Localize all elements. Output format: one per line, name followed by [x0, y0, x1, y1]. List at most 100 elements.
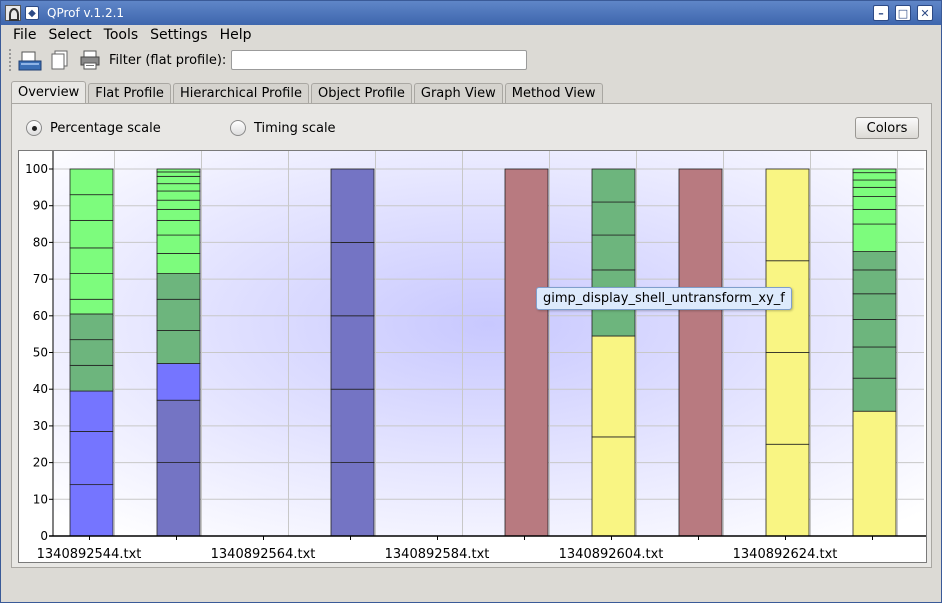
bar-segment — [852, 168, 897, 174]
chart-svg: 0 10 20 30 40 50 60 70 80 90 100 1340892544.txt 1340… — [25, 151, 926, 562]
filter-input[interactable] — [231, 50, 528, 70]
y-tick-label: 60 — [33, 309, 48, 323]
menu-select[interactable]: Select — [42, 27, 97, 43]
bar-segment — [852, 377, 897, 412]
title-bar[interactable]: ◆ QProf v.1.2.1 – □ ✕ — [1, 1, 941, 25]
y-tick-label: 70 — [33, 272, 48, 286]
x-tick-label: 1340892604.txt — [559, 547, 664, 562]
bar-segment — [591, 234, 636, 271]
bar-segment — [69, 364, 114, 392]
y-tick-label: 90 — [33, 199, 48, 213]
bar-segment — [765, 443, 810, 537]
app-window: ◆ QProf v.1.2.1 – □ ✕ File Select Tools … — [0, 0, 942, 603]
bar-segment — [156, 462, 201, 537]
bar-segment — [852, 172, 897, 181]
open-icon[interactable] — [17, 48, 43, 72]
radio-unchecked-icon — [230, 120, 246, 136]
radio-checked-icon — [26, 120, 42, 136]
bar-segment — [852, 179, 897, 188]
bar-segment — [678, 168, 723, 537]
tab-object-profile[interactable]: Object Profile — [310, 83, 412, 103]
bar-segment — [852, 319, 897, 348]
bar-segment — [330, 315, 375, 390]
scale-options: Percentage scale Timing scale Colors — [12, 112, 931, 142]
status-bar — [1, 574, 941, 602]
bar-segment — [852, 293, 897, 320]
bar-segment — [852, 186, 897, 197]
bar-segment — [156, 183, 201, 192]
bar-segment — [852, 269, 897, 295]
bar-segment — [69, 390, 114, 432]
bar-segment — [852, 251, 897, 271]
bar-segment — [852, 410, 897, 537]
bar-segment — [852, 346, 897, 379]
bar-segment — [156, 219, 201, 236]
bar-segment — [69, 194, 114, 221]
overview-chart[interactable]: 0 10 20 30 40 50 60 70 80 90 100 1340892544.txt 1340… — [18, 150, 927, 563]
bar-segment — [156, 171, 201, 177]
menu-bar: File Select Tools Settings Help — [1, 25, 941, 45]
bar-segment — [69, 484, 114, 537]
bar-segment — [591, 168, 636, 203]
bar-segment — [156, 234, 201, 254]
menu-file[interactable]: File — [7, 27, 42, 43]
maximize-icon[interactable]: □ — [895, 5, 911, 21]
bar-segment — [69, 431, 114, 486]
bar-segment — [330, 388, 375, 463]
tab-bar: Overview Flat Profile Hierarchical Profi… — [11, 81, 605, 103]
bar-segment — [69, 219, 114, 249]
colors-button[interactable]: Colors — [855, 117, 919, 139]
x-tick-label: 1340892564.txt — [211, 547, 316, 562]
bar-segment — [156, 330, 201, 364]
close-icon[interactable]: ✕ — [917, 5, 933, 21]
bar-segment — [69, 168, 114, 196]
y-tick-label: 10 — [33, 492, 48, 506]
bar-segment — [156, 253, 201, 274]
bar-segment — [156, 399, 201, 464]
bar-segment — [765, 168, 810, 262]
timing-scale-radio[interactable]: Timing scale — [230, 120, 336, 136]
menu-tools[interactable]: Tools — [98, 27, 145, 43]
bar-segment — [504, 168, 549, 537]
x-tick-label: 1340892624.txt — [733, 547, 838, 562]
bar-segment — [591, 335, 636, 438]
x-tick-label: 1340892544.txt — [37, 547, 142, 562]
percentage-scale-radio[interactable]: Percentage scale — [26, 120, 161, 136]
bar-segment — [69, 313, 114, 341]
window-menu-icon[interactable]: ◆ — [25, 6, 39, 20]
minimize-icon[interactable]: – — [873, 5, 889, 21]
bar-segment — [852, 196, 897, 210]
filter-label: Filter (flat profile): — [109, 52, 227, 68]
bar-segment — [852, 208, 897, 225]
percentage-scale-label: Percentage scale — [50, 120, 161, 136]
tab-flat-profile[interactable]: Flat Profile — [88, 83, 171, 103]
bar-segment — [156, 363, 201, 401]
menu-help[interactable]: Help — [214, 27, 258, 43]
bar-segment — [69, 298, 114, 315]
overview-panel: Percentage scale Timing scale Colors 0 1… — [11, 103, 932, 568]
print-icon[interactable] — [77, 48, 103, 72]
bar-segment — [69, 273, 114, 300]
bar-segment — [156, 175, 201, 185]
window-title: QProf v.1.2.1 — [47, 6, 125, 20]
y-tick-label: 80 — [33, 235, 48, 249]
function-tooltip: gimp_display_shell_untransform_xy_f — [536, 287, 792, 310]
bar-segment — [156, 273, 201, 300]
y-tick-label: 100 — [25, 162, 48, 176]
bar-segment — [591, 201, 636, 236]
toolbar-grip[interactable] — [9, 49, 13, 71]
menu-settings[interactable]: Settings — [144, 27, 213, 43]
tab-overview[interactable]: Overview — [11, 81, 87, 103]
tab-hierarchical-profile[interactable]: Hierarchical Profile — [172, 83, 309, 103]
y-tick-label: 50 — [33, 346, 48, 360]
bar-segment — [156, 199, 201, 210]
timing-scale-label: Timing scale — [254, 120, 336, 136]
tab-method-view[interactable]: Method View — [504, 83, 603, 103]
bar-segment — [591, 436, 636, 537]
copy-icon[interactable] — [47, 48, 73, 72]
bar-segment — [765, 352, 810, 445]
tab-graph-view[interactable]: Graph View — [413, 83, 503, 103]
bar-segment — [156, 190, 201, 201]
bar-segment — [156, 168, 201, 173]
bar-segment — [330, 168, 375, 243]
